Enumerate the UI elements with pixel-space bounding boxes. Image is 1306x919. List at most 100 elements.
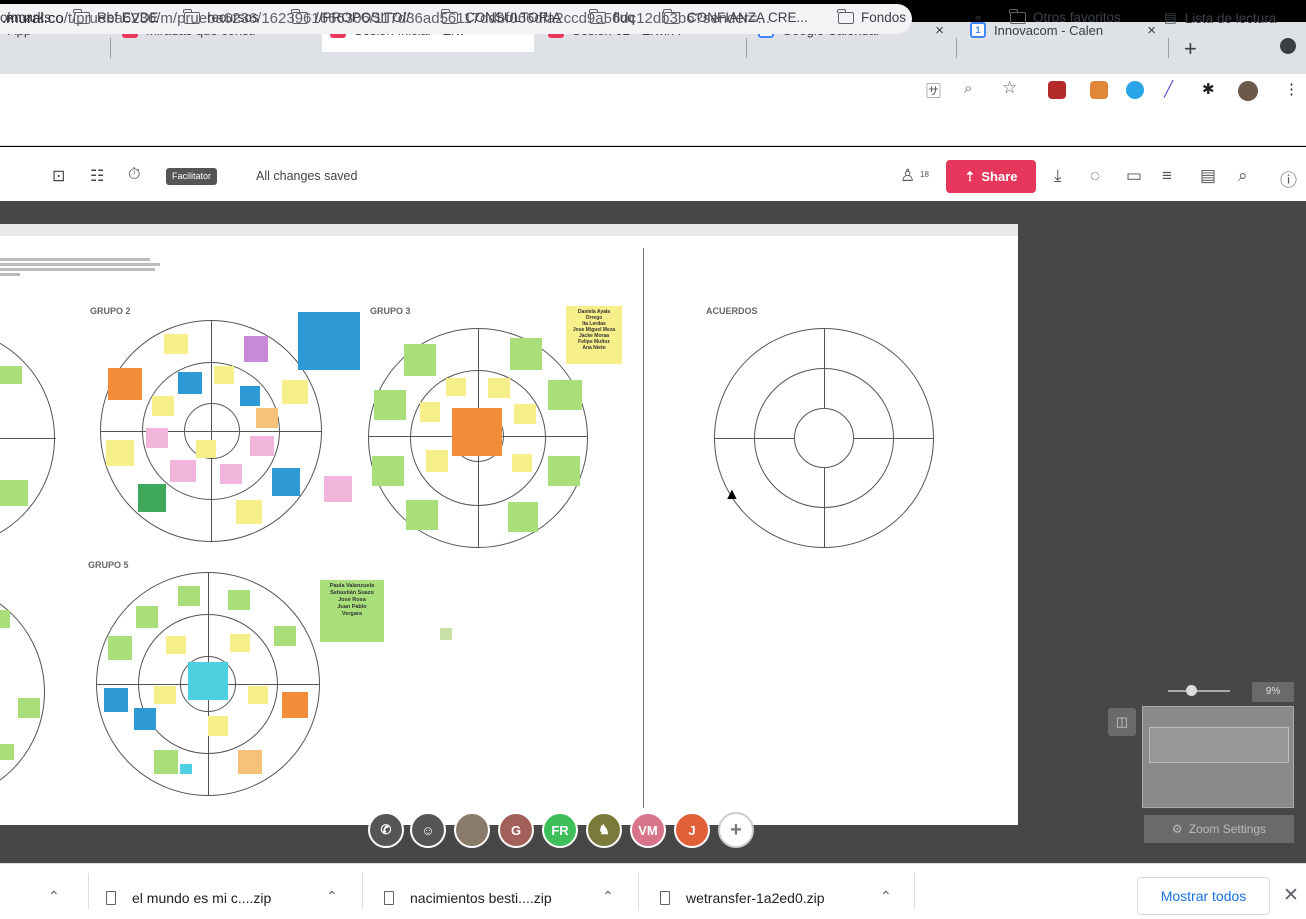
facilitator-badge[interactable]: Facilitator bbox=[166, 168, 218, 185]
sticky-note[interactable] bbox=[170, 460, 196, 482]
sticky-note[interactable] bbox=[274, 626, 296, 646]
sticky-note[interactable] bbox=[372, 456, 404, 486]
browser-menu-icon[interactable]: ⋮ bbox=[1284, 80, 1299, 98]
sticky-note[interactable] bbox=[18, 698, 40, 718]
bookmarks-more-button[interactable]: » bbox=[975, 12, 981, 24]
zoom-search-icon[interactable]: ⌕ bbox=[964, 80, 972, 97]
members-icon[interactable]: ♙ bbox=[900, 166, 915, 186]
tab-search-icon[interactable] bbox=[1280, 38, 1296, 54]
sticky-note[interactable] bbox=[136, 606, 158, 628]
sticky-note[interactable] bbox=[220, 464, 242, 484]
close-icon[interactable]: × bbox=[935, 22, 944, 39]
zoom-percent[interactable]: 9% bbox=[1252, 682, 1294, 702]
sticky-note[interactable] bbox=[236, 500, 262, 524]
puzzle-extensions-icon[interactable]: ✱ bbox=[1202, 80, 1215, 98]
sticky-note[interactable] bbox=[426, 450, 448, 472]
participant-avatar[interactable]: VM bbox=[630, 812, 666, 848]
sticky-note[interactable] bbox=[324, 476, 352, 502]
reaction-button[interactable]: ☺ bbox=[410, 812, 446, 848]
zoom-slider-handle[interactable] bbox=[1186, 685, 1197, 696]
sticky-note[interactable] bbox=[440, 628, 452, 640]
bookmark-folder-otros[interactable]: Otros favoritos bbox=[1009, 8, 1121, 25]
chat-icon[interactable]: ▭ bbox=[1126, 166, 1142, 186]
download-item[interactable]: wetransfer-1a2ed0.zip bbox=[660, 890, 825, 906]
zoom-settings-button[interactable]: ⚙ Zoom Settings bbox=[1144, 815, 1294, 843]
sticky-note[interactable] bbox=[298, 312, 360, 370]
call-button[interactable]: ✆ bbox=[368, 812, 404, 848]
sticky-note[interactable] bbox=[514, 404, 536, 424]
timer-icon[interactable]: ⏱ bbox=[128, 166, 140, 184]
sticky-note[interactable] bbox=[244, 336, 268, 362]
zoom-slider-track[interactable] bbox=[1168, 690, 1230, 692]
bookmark-apps[interactable]: okmarks bbox=[0, 10, 51, 25]
participant-avatar[interactable] bbox=[454, 812, 490, 848]
close-icon[interactable]: ✕ bbox=[1283, 884, 1299, 907]
sticky-note[interactable] bbox=[250, 436, 274, 456]
chevron-up-icon[interactable]: ⌃ bbox=[602, 888, 614, 905]
sticky-note[interactable] bbox=[106, 440, 134, 466]
sticky-note[interactable] bbox=[178, 372, 202, 394]
sticky-note[interactable] bbox=[512, 454, 532, 472]
group3-members-note[interactable]: Daniela Ayala Orrego Ita Lerdas Jose Mig… bbox=[566, 306, 622, 364]
bookmark-folder-ref-evde[interactable]: Ref EVDE bbox=[73, 8, 159, 25]
sticky-note[interactable] bbox=[134, 708, 156, 730]
outline-panel-icon[interactable]: ▤ bbox=[1200, 166, 1216, 186]
share-button[interactable]: ⇡ Share bbox=[946, 160, 1036, 193]
download-item[interactable]: nacimientos besti....zip bbox=[384, 890, 552, 906]
sticky-note[interactable] bbox=[510, 338, 542, 370]
chevron-up-icon[interactable]: ⌃ bbox=[48, 888, 60, 905]
sticky-note[interactable] bbox=[154, 686, 176, 704]
profile-avatar[interactable] bbox=[1238, 81, 1258, 101]
chevron-up-icon[interactable]: ⌃ bbox=[326, 888, 338, 905]
minimap-viewport[interactable] bbox=[1149, 727, 1289, 763]
pen-extension-icon[interactable]: ╱ bbox=[1164, 80, 1173, 98]
sticky-note[interactable] bbox=[166, 636, 186, 654]
bookmark-folder-proposito[interactable]: //PROPOSITO// bbox=[291, 8, 410, 25]
bookmark-folder-confianza[interactable]: CONFIANZA CRE... bbox=[663, 8, 808, 25]
sticky-note[interactable] bbox=[138, 484, 166, 512]
participant-avatar[interactable]: J bbox=[674, 812, 710, 848]
group5-members-note[interactable]: Paula Valenzuela Sebastián Suazo José Ro… bbox=[320, 580, 384, 642]
search-icon[interactable]: ⌕ bbox=[1238, 166, 1248, 186]
sticky-note[interactable] bbox=[0, 366, 22, 384]
help-icon[interactable]: ⓘ bbox=[1280, 166, 1297, 191]
sticky-note[interactable] bbox=[154, 750, 178, 774]
sticky-note[interactable] bbox=[404, 344, 436, 376]
download-item[interactable]: el mundo es mi c....zip bbox=[106, 890, 271, 906]
chevron-up-icon[interactable]: ⌃ bbox=[880, 888, 892, 905]
export-icon[interactable]: ⤓ bbox=[1054, 166, 1062, 186]
sticky-note[interactable] bbox=[488, 378, 510, 398]
sticky-note[interactable] bbox=[256, 408, 278, 428]
invite-participant-button[interactable]: + bbox=[718, 812, 754, 848]
sticky-note[interactable] bbox=[0, 610, 10, 628]
frame-icon[interactable]: ⊡ bbox=[52, 166, 65, 186]
sticky-note[interactable] bbox=[180, 764, 192, 774]
sticky-note[interactable] bbox=[0, 744, 14, 760]
extension-off-icon[interactable] bbox=[1090, 81, 1108, 99]
comments-icon[interactable]: ◌ bbox=[1090, 166, 1100, 186]
sticky-note[interactable] bbox=[420, 402, 440, 422]
sticky-note[interactable] bbox=[282, 380, 308, 404]
sticky-note[interactable] bbox=[282, 692, 308, 718]
sticky-note[interactable] bbox=[230, 634, 250, 652]
sticky-note[interactable] bbox=[272, 468, 300, 496]
sticky-note[interactable] bbox=[446, 378, 466, 396]
close-icon[interactable]: × bbox=[1147, 22, 1156, 39]
bookmark-folder-consultoria[interactable]: CONSULTORIA bbox=[441, 8, 561, 25]
sticky-note[interactable] bbox=[0, 480, 28, 506]
bookmark-folder-recursos[interactable]: recursos bbox=[183, 8, 259, 25]
sticky-note[interactable] bbox=[108, 368, 142, 400]
bookmark-folder-fondos[interactable]: Fondos bbox=[837, 8, 906, 25]
sticky-note[interactable] bbox=[178, 586, 200, 606]
extension-icon[interactable] bbox=[1126, 81, 1144, 99]
sticky-note[interactable] bbox=[508, 502, 538, 532]
new-tab-button[interactable]: + bbox=[1184, 36, 1197, 62]
minimap-toggle-icon[interactable]: ◫ bbox=[1108, 708, 1136, 736]
sticky-note[interactable] bbox=[452, 408, 502, 456]
sticky-note[interactable] bbox=[248, 686, 268, 704]
participant-avatar[interactable]: ♞ bbox=[586, 812, 622, 848]
bookmark-star-icon[interactable]: ☆ bbox=[1002, 78, 1017, 98]
sticky-note[interactable] bbox=[238, 750, 262, 774]
activity-icon[interactable]: ≡ bbox=[1162, 166, 1172, 186]
sticky-note[interactable] bbox=[374, 390, 406, 420]
